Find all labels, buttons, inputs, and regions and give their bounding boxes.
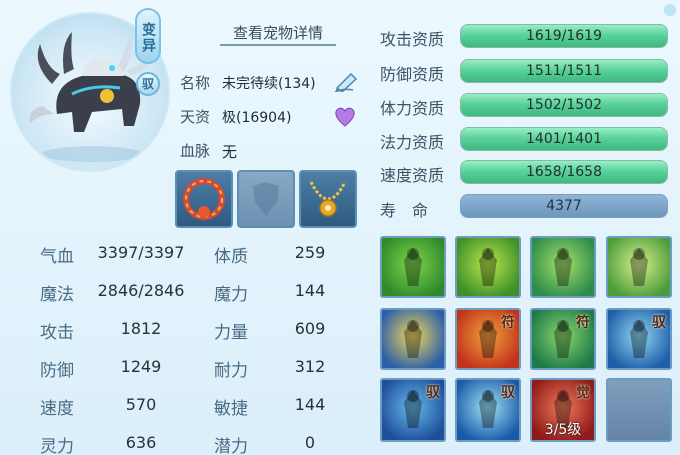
corner-ornament [664, 4, 676, 16]
attribute-label: 耐力 [214, 361, 248, 381]
attribute-label: 潜力 [214, 437, 248, 455]
stat-label: 速度 [40, 399, 74, 419]
red-collar-icon [183, 178, 225, 220]
stat-value: 636 [125, 433, 157, 452]
skill-level: 3/5级 [544, 422, 582, 438]
edit-name-icon[interactable] [333, 70, 361, 96]
aptitude-value: 1401/1401 [526, 131, 602, 147]
skill-boot-icon [554, 248, 572, 286]
attribute-label: 魔力 [214, 285, 248, 305]
aptitude-label: 攻击资质 [380, 30, 445, 49]
aptitude-label: 法力资质 [380, 133, 445, 152]
aptitude-bar: 1511/1511 [460, 59, 668, 83]
talent-value: 极(16904) [222, 110, 292, 126]
attribute-value: 609 [294, 319, 326, 338]
skill-tag: 驭 [652, 315, 666, 331]
bloodline-value: 无 [222, 143, 238, 161]
skill-green-shield-icon [479, 248, 497, 286]
stat-value: 1812 [120, 319, 162, 338]
stat-value: 570 [125, 395, 157, 414]
bloodline-label: 血脉 [180, 142, 211, 160]
aptitude-bar: 1658/1658 [460, 160, 668, 184]
aptitude-value: 1658/1658 [526, 164, 602, 180]
aptitude-bar: 1401/1401 [460, 127, 668, 151]
skill-slot[interactable]: 驭 [455, 378, 521, 442]
skill-tag: 驭 [426, 385, 440, 401]
stat-label: 魔法 [40, 285, 74, 305]
attribute-label: 力量 [214, 323, 248, 343]
pet-name-value: 未完待续(134) [222, 76, 316, 92]
skill-green-statue-icon [404, 248, 422, 286]
name-label: 名称 [180, 74, 211, 92]
talent-label: 天资 [180, 108, 211, 126]
skill-slot[interactable] [530, 236, 596, 298]
stat-label: 灵力 [40, 437, 74, 455]
aptitude-bar: 1502/1502 [460, 93, 668, 117]
stat-label: 防御 [40, 361, 74, 381]
equip-slot-2[interactable] [237, 170, 295, 228]
skill-tag: 觉 [576, 385, 590, 401]
attribute-value: 259 [294, 243, 326, 262]
skill-heart-icon [630, 248, 648, 286]
skill-slot[interactable]: 符 [455, 308, 521, 370]
stat-value: 3397/3397 [97, 243, 185, 262]
tamed-badge: 驭 [136, 72, 160, 96]
skill-slot[interactable] [455, 236, 521, 298]
attribute-value: 312 [294, 357, 326, 376]
aptitude-label: 速度资质 [380, 166, 445, 185]
attribute-value: 144 [294, 281, 326, 300]
skill-tag: 符 [576, 315, 590, 331]
skill-slot[interactable] [380, 236, 446, 298]
lifespan-bar: 4377 [460, 194, 668, 218]
skill-slot[interactable]: 符 [530, 308, 596, 370]
purple-heart-icon[interactable] [333, 105, 357, 131]
view-pet-detail-link[interactable]: 查看宠物详情 [220, 20, 336, 46]
skill-slot[interactable]: 觉 3/5级 [530, 378, 596, 442]
skill-slot[interactable] [380, 308, 446, 370]
attribute-label: 敏捷 [214, 399, 248, 419]
skill-empty-slot[interactable] [606, 378, 672, 442]
lifespan-label: 寿 命 [380, 201, 429, 220]
skill-slot[interactable]: 驭 [606, 308, 672, 370]
gold-necklace-icon [309, 181, 347, 217]
aptitude-bar: 1619/1619 [460, 24, 668, 48]
skill-slot[interactable]: 驭 [380, 378, 446, 442]
aptitude-value: 1511/1511 [526, 63, 602, 79]
skill-tag: 驭 [501, 385, 515, 401]
skill-tag: 符 [501, 315, 515, 331]
skill-sword-icon [404, 320, 422, 358]
empty-armor-slot-icon [253, 182, 279, 216]
skill-slot[interactable] [606, 236, 672, 298]
stat-value: 2846/2846 [97, 281, 185, 300]
stat-value: 1249 [120, 357, 162, 376]
stat-label: 攻击 [40, 323, 74, 343]
aptitude-label: 防御资质 [380, 65, 445, 84]
equip-slot-1[interactable] [175, 170, 233, 228]
variant-badge: 变异 [135, 8, 161, 64]
attribute-value: 144 [294, 395, 326, 414]
aptitude-value: 1502/1502 [526, 97, 602, 113]
equip-slot-3[interactable] [299, 170, 357, 228]
aptitude-label: 体力资质 [380, 99, 445, 118]
attribute-value: 0 [304, 433, 316, 452]
stat-label: 气血 [40, 247, 74, 267]
pet-attribute-panel: 变异 驭 查看宠物详情 名称 未完待续(134) 天资 极(16904) 血脉 … [0, 0, 680, 455]
aptitude-value: 1619/1619 [526, 28, 602, 44]
attribute-label: 体质 [214, 247, 248, 267]
